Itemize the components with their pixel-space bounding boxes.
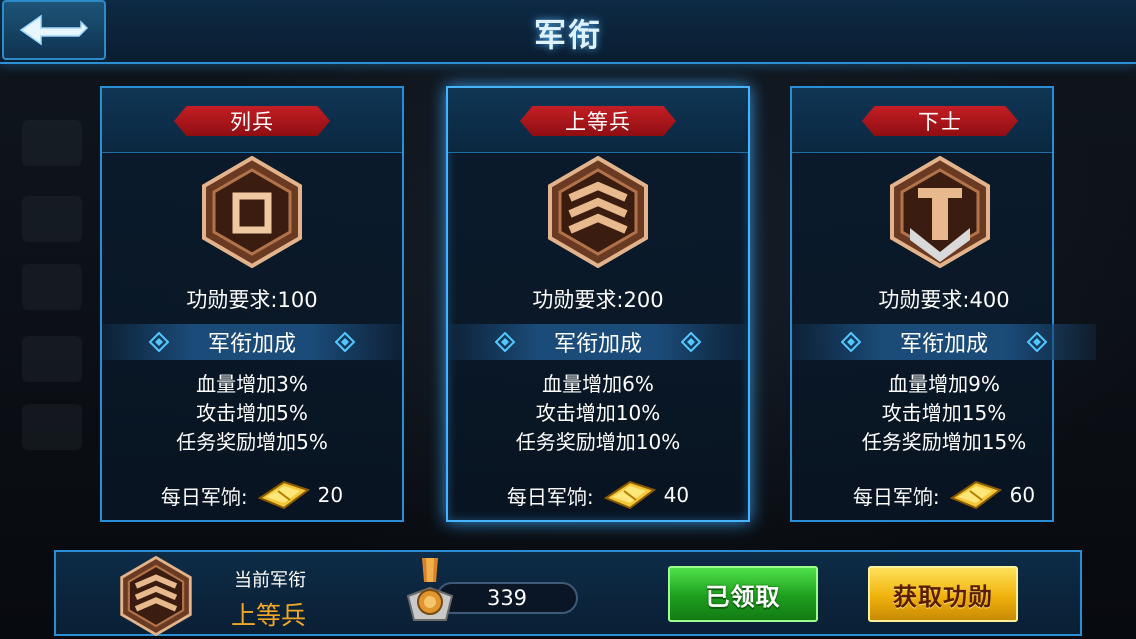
current-rank-emblem-icon: [120, 556, 192, 636]
bonus-hp: 血量增加3%: [196, 372, 308, 396]
background-menu-ghost: [22, 404, 82, 450]
card-header: 列兵: [102, 88, 402, 153]
bonus-list: 血量增加6% 攻击增加10% 任务奖励增加10%: [448, 370, 748, 457]
merit-points-value: 339: [486, 586, 528, 610]
background-menu-ghost: [22, 120, 82, 166]
gold-ticket-icon: [603, 480, 656, 510]
merit-requirement: 功勋要求:100: [186, 288, 318, 312]
rank-bonus-header: 军衔加成: [792, 324, 1096, 360]
daily-pay: 每日军饷: 40: [448, 478, 748, 512]
rank-bonus-header: 军衔加成: [448, 324, 748, 360]
gold-ticket-icon: [257, 480, 310, 510]
bonus-title: 军衔加成: [553, 332, 642, 357]
rank-name-banner: 上等兵: [520, 106, 676, 136]
current-rank-label: 当前军衔: [234, 570, 306, 591]
background-menu-ghost: [22, 196, 82, 242]
bonus-mission-reward: 任务奖励增加10%: [515, 430, 681, 454]
daily-pay-label: 每日军饷:: [506, 484, 594, 509]
rank-card-private[interactable]: 列兵 功勋要求:100 军衔加成 血量增加3% 攻击增加5% 任务奖励增加5% …: [100, 86, 404, 522]
rank-emblem-private-icon: [202, 156, 302, 268]
diamond-icon: [841, 332, 861, 352]
daily-pay-value: 20: [317, 483, 344, 507]
card-header: 上等兵: [448, 88, 748, 153]
bonus-mission-reward: 任务奖励增加15%: [861, 430, 1027, 454]
background-menu-ghost: [22, 264, 82, 310]
diamond-icon: [335, 332, 355, 352]
bonus-list: 血量增加9% 攻击增加15% 任务奖励增加15%: [792, 370, 1096, 457]
bonus-hp: 血量增加9%: [888, 372, 1000, 396]
rank-name-banner: 列兵: [174, 106, 330, 136]
bonus-title: 军衔加成: [207, 332, 296, 357]
page-title: 军衔: [533, 16, 602, 54]
claimed-button[interactable]: 已领取: [668, 566, 818, 622]
merit-medal-icon: [406, 558, 454, 621]
diamond-icon: [149, 332, 169, 352]
daily-pay-value: 60: [1009, 483, 1036, 507]
header-bar: 军衔: [0, 0, 1136, 64]
rank-name-banner: 下士: [862, 106, 1018, 136]
daily-pay-value: 40: [663, 483, 690, 507]
merit-requirement: 功勋要求:200: [532, 288, 664, 312]
rank-emblem-corporal-icon: [890, 156, 990, 268]
bonus-title: 军衔加成: [899, 332, 988, 357]
current-rank-value: 上等兵: [231, 601, 307, 630]
daily-pay: 每日军饷: 60: [792, 478, 1096, 512]
bonus-attack: 攻击增加15%: [881, 401, 1007, 425]
daily-pay-label: 每日军饷:: [852, 484, 940, 509]
merit-requirement: 功勋要求:400: [878, 288, 1010, 312]
bonus-mission-reward: 任务奖励增加5%: [176, 430, 328, 454]
bonus-attack: 攻击增加10%: [535, 401, 661, 425]
background-menu-ghost: [22, 336, 82, 382]
bonus-attack: 攻击增加5%: [196, 401, 308, 425]
bonus-list: 血量增加3% 攻击增加5% 任务奖励增加5%: [102, 370, 402, 457]
diamond-icon: [681, 332, 701, 352]
daily-pay: 每日军饷: 20: [102, 478, 402, 512]
gold-ticket-icon: [949, 480, 1002, 510]
card-header: 下士: [792, 88, 1052, 153]
diamond-icon: [495, 332, 515, 352]
rank-card-private-first-class[interactable]: 上等兵 功勋要求:200 军衔加成 血量增加6% 攻击增加10% 任务奖励增加1…: [446, 86, 750, 522]
daily-pay-label: 每日军饷:: [160, 484, 248, 509]
get-merit-button[interactable]: 获取功勋: [868, 566, 1018, 622]
rank-bonus-header: 军衔加成: [102, 324, 402, 360]
diamond-icon: [1027, 332, 1047, 352]
bonus-hp: 血量增加6%: [542, 372, 654, 396]
current-rank-bar: 当前军衔 上等兵 339 已领取 获取功勋: [54, 550, 1082, 636]
rank-card-corporal[interactable]: 下士 功勋要求:400 军衔加成 血量增加9% 攻击增加15% 任务奖励增加15…: [790, 86, 1096, 522]
rank-emblem-private-first-class-icon: [548, 156, 648, 268]
